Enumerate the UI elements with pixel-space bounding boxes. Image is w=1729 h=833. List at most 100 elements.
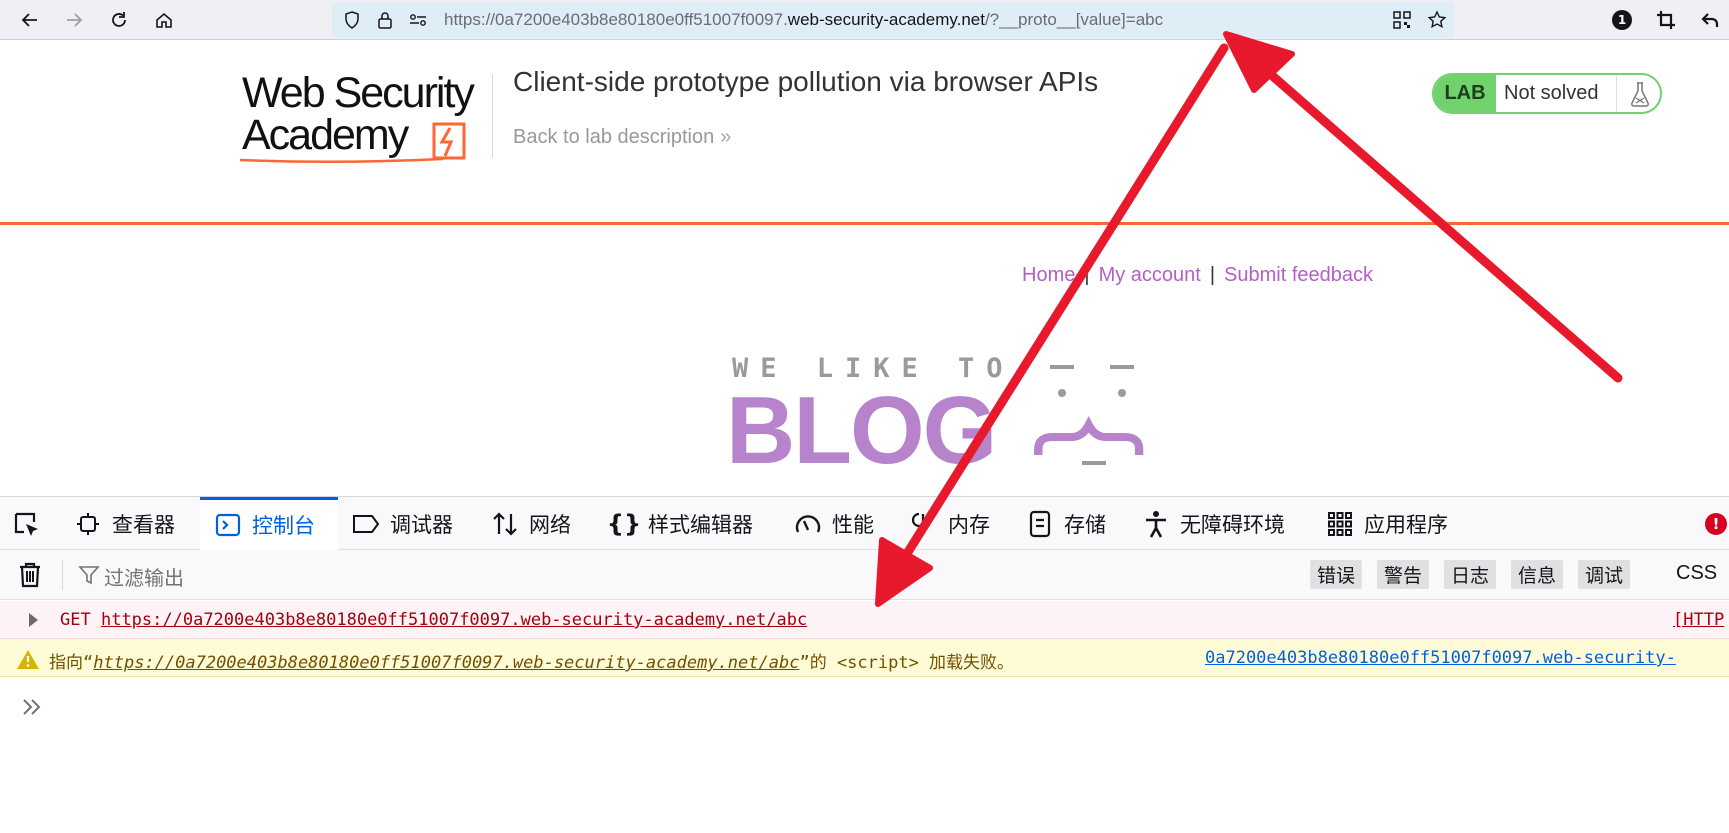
tab-style-editor[interactable]: {} 样式编辑器 <box>606 497 753 550</box>
back-arrow-icon <box>21 13 37 27</box>
tab-label: 网络 <box>529 512 571 537</box>
network-icon <box>491 510 519 538</box>
forward-arrow-icon <box>67 13 83 27</box>
tab-label: 样式编辑器 <box>648 512 753 537</box>
blog-face-icon <box>1034 365 1144 465</box>
bookmark-star-icon[interactable] <box>1427 10 1447 30</box>
storage-icon <box>1026 510 1054 538</box>
filter-divider <box>62 560 63 590</box>
warning-triangle-icon <box>17 650 39 669</box>
blog-banner: WE LIKE TO BLOG <box>720 345 1180 479</box>
banner-blog-word: BLOG <box>726 377 997 484</box>
url-host: web-security-academy.net <box>787 10 985 29</box>
inspector-icon <box>74 510 102 538</box>
console-filter-bar: 过滤输出 错误 警告 日志 信息 调试 CSS <box>0 550 1729 600</box>
console-filter-input[interactable]: 过滤输出 <box>104 562 184 591</box>
nav-home-link[interactable]: Home <box>1022 264 1075 286</box>
permissions-icon[interactable] <box>408 10 428 30</box>
flask-icon <box>1616 75 1660 112</box>
back-link-label: Back to lab description <box>513 126 715 148</box>
level-logs-button[interactable]: 日志 <box>1444 560 1497 589</box>
url-prefix: https://0a7200e403b8e80180e0ff51007f0097… <box>444 10 788 29</box>
double-chevron-right-icon: » <box>720 126 732 148</box>
back-to-lab-description-link[interactable]: Back to lab description» <box>513 126 731 149</box>
nav-my-account-link[interactable]: My account <box>1099 264 1201 286</box>
tab-memory[interactable]: 内存 <box>910 497 990 550</box>
warning-url-link[interactable]: https://0a7200e403b8e80180e0ff51007f0097… <box>93 653 799 673</box>
expand-triangle-icon[interactable] <box>24 611 42 629</box>
tab-label: 性能 <box>832 512 874 537</box>
tab-application[interactable]: 应用程序 <box>1326 497 1448 550</box>
tab-label: 查看器 <box>112 512 175 537</box>
qr-code-icon[interactable] <box>1392 10 1412 30</box>
nav-submit-feedback-link[interactable]: Submit feedback <box>1224 264 1373 286</box>
console-warning-message[interactable]: 指向“https://0a7200e403b8e80180e0ff51007f0… <box>0 639 1729 677</box>
tab-console[interactable]: 控制台 <box>200 497 338 550</box>
performance-icon <box>794 510 822 538</box>
tab-label: 控制台 <box>252 514 315 538</box>
css-filter-button[interactable]: CSS <box>1676 562 1717 585</box>
warning-prefix: 指向“ <box>49 653 94 673</box>
header-orange-rule <box>0 222 1729 225</box>
reload-icon <box>112 12 126 27</box>
lock-icon[interactable] <box>375 10 395 30</box>
lab-status-widget: LAB Not solved <box>1432 73 1662 114</box>
shield-icon[interactable] <box>342 10 362 30</box>
tab-label: 调试器 <box>390 512 453 537</box>
error-http-tag[interactable]: [HTTP <box>1673 610 1724 630</box>
logo-line-2: Academy <box>242 111 409 159</box>
lab-status-text: Not solved <box>1504 82 1599 104</box>
style-editor-icon: {} <box>606 509 642 538</box>
error-text: GET https://0a7200e403b8e80180e0ff51007f… <box>60 610 807 630</box>
tab-label: 应用程序 <box>1364 512 1448 537</box>
blog-nav: Home | My account | Submit feedback <box>1022 264 1373 287</box>
tab-storage[interactable]: 存储 <box>1026 497 1106 550</box>
memory-icon <box>910 510 938 538</box>
level-warnings-button[interactable]: 警告 <box>1377 560 1430 589</box>
console-error-message[interactable]: GET https://0a7200e403b8e80180e0ff51007f… <box>0 601 1729 639</box>
undo-button[interactable] <box>1694 4 1726 36</box>
url-suffix: /?__proto__[value]=abc <box>984 10 1164 29</box>
tab-network[interactable]: 网络 <box>491 497 571 550</box>
url-text[interactable]: https://0a7200e403b8e80180e0ff51007f0097… <box>444 10 1163 30</box>
nav-separator: | <box>1084 264 1090 286</box>
browser-toolbar: https://0a7200e403b8e80180e0ff51007f0097… <box>0 0 1729 40</box>
console-prompt-chevron-icon[interactable] <box>20 695 44 719</box>
error-url-link[interactable]: https://0a7200e403b8e80180e0ff51007f0097… <box>101 610 807 630</box>
devtools-panel: 查看器 控制台 调试器 网络 {} 样式编辑器 性能 内存 存储 无障碍环境 应… <box>0 496 1729 833</box>
accessibility-icon <box>1142 510 1170 538</box>
home-button[interactable] <box>148 4 180 36</box>
warning-source-link[interactable]: 0a7200e403b8e80180e0ff51007f0097.web-sec… <box>1205 648 1676 668</box>
forward-button[interactable] <box>58 4 90 36</box>
notification-count-badge: 1 <box>1612 10 1632 30</box>
address-bar[interactable]: https://0a7200e403b8e80180e0ff51007f0097… <box>332 2 1454 38</box>
tab-label: 存储 <box>1064 512 1106 537</box>
level-errors-button[interactable]: 错误 <box>1310 560 1363 589</box>
tab-performance[interactable]: 性能 <box>794 497 874 550</box>
error-indicator-icon[interactable]: ! <box>1705 513 1727 535</box>
warning-suffix: ”的 <script> 加载失败。 <box>799 653 1015 673</box>
level-debug-button[interactable]: 调试 <box>1578 560 1631 589</box>
back-button[interactable] <box>14 4 46 36</box>
tab-accessibility[interactable]: 无障碍环境 <box>1142 497 1285 550</box>
home-icon <box>156 12 172 28</box>
devtools-tab-bar: 查看器 控制台 调试器 网络 {} 样式编辑器 性能 内存 存储 无障碍环境 应… <box>0 497 1729 550</box>
level-info-button[interactable]: 信息 <box>1511 560 1564 589</box>
tab-label: 内存 <box>948 512 990 537</box>
header-divider <box>492 74 493 158</box>
nav-separator: | <box>1209 264 1216 286</box>
crop-tool-button[interactable] <box>1650 4 1682 36</box>
trash-icon[interactable] <box>16 561 44 589</box>
filter-funnel-icon <box>78 566 100 585</box>
tab-inspector[interactable]: 查看器 <box>74 497 175 550</box>
error-method: GET <box>60 610 91 630</box>
element-picker-icon[interactable] <box>12 510 42 540</box>
extension-badge-button[interactable]: 1 <box>1606 4 1638 36</box>
tab-debugger[interactable]: 调试器 <box>352 497 453 550</box>
console-icon <box>214 511 242 539</box>
web-security-academy-logo[interactable]: Web Security Academy <box>238 70 492 165</box>
tab-label: 无障碍环境 <box>1180 512 1285 537</box>
reload-button[interactable] <box>103 4 135 36</box>
crop-icon <box>1657 11 1675 29</box>
warning-text: 指向“https://0a7200e403b8e80180e0ff51007f0… <box>49 648 1014 673</box>
